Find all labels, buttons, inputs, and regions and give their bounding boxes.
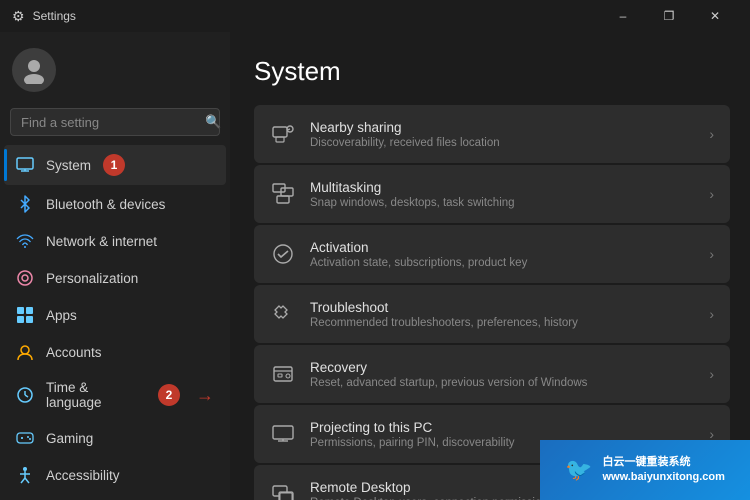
setting-nearby-sharing[interactable]: Nearby sharing Discoverability, received… (254, 105, 730, 163)
nearby-sharing-desc: Discoverability, received files location (310, 137, 695, 149)
chevron-icon: › (709, 186, 714, 202)
search-icon: 🔍 (205, 114, 221, 130)
watermark-text: 白云一键重装系统 www.baiyunxitong.com (602, 455, 724, 486)
time-label: Time & language (46, 380, 144, 410)
chevron-icon: › (709, 366, 714, 382)
titlebar-title: Settings (33, 9, 76, 23)
step-badge-2: 2 (158, 384, 180, 406)
watermark: 🐦 白云一键重装系统 www.baiyunxitong.com (540, 440, 750, 500)
troubleshoot-icon (270, 301, 296, 327)
nav-list: System 1 Bluetooth & devices (0, 144, 230, 500)
chevron-icon: › (709, 246, 714, 262)
user-profile (0, 32, 230, 104)
recovery-icon (270, 361, 296, 387)
apps-label: Apps (46, 308, 77, 323)
activation-desc: Activation state, subscriptions, product… (310, 257, 695, 269)
setting-multitasking[interactable]: Multitasking Snap windows, desktops, tas… (254, 165, 730, 223)
recovery-text: Recovery Reset, advanced startup, previo… (310, 360, 695, 389)
titlebar-controls: – ❐ ✕ (600, 0, 738, 32)
multitasking-icon (270, 181, 296, 207)
bluetooth-icon (16, 195, 34, 213)
chevron-icon: › (709, 306, 714, 322)
troubleshoot-desc: Recommended troubleshooters, preferences… (310, 317, 695, 329)
troubleshoot-text: Troubleshoot Recommended troubleshooters… (310, 300, 695, 329)
time-icon (16, 386, 34, 404)
sidebar-item-bluetooth[interactable]: Bluetooth & devices (4, 186, 226, 222)
close-button[interactable]: ✕ (692, 0, 738, 32)
setting-activation[interactable]: Activation Activation state, subscriptio… (254, 225, 730, 283)
nearby-sharing-icon (270, 121, 296, 147)
accounts-icon (16, 343, 34, 361)
system-icon (16, 156, 34, 174)
accessibility-label: Accessibility (46, 468, 120, 483)
main-content: System Nearby sharing Discover (230, 32, 750, 500)
activation-title: Activation (310, 240, 695, 255)
maximize-button[interactable]: ❐ (646, 0, 692, 32)
chevron-icon: › (709, 126, 714, 142)
gaming-icon (16, 429, 34, 447)
nearby-sharing-title: Nearby sharing (310, 120, 695, 135)
accessibility-icon (16, 466, 34, 484)
setting-troubleshoot[interactable]: Troubleshoot Recommended troubleshooters… (254, 285, 730, 343)
projecting-icon (270, 421, 296, 447)
page-title: System (254, 56, 730, 87)
accounts-label: Accounts (46, 345, 102, 360)
sidebar-item-accessibility[interactable]: Accessibility (4, 457, 226, 493)
watermark-line2: www.baiyunxitong.com (602, 470, 724, 485)
projecting-title: Projecting to this PC (310, 420, 695, 435)
search-input[interactable] (21, 115, 197, 130)
system-label: System (46, 158, 91, 173)
search-box[interactable]: 🔍 (10, 108, 220, 136)
watermark-bird-icon: 🐦 (565, 457, 592, 483)
titlebar-left: ⚙ Settings (12, 8, 76, 25)
gaming-label: Gaming (46, 431, 93, 446)
app-body: 🔍 System 1 (0, 32, 750, 500)
arrow-icon: → (196, 385, 214, 406)
multitasking-title: Multitasking (310, 180, 695, 195)
titlebar: ⚙ Settings – ❐ ✕ (0, 0, 750, 32)
sidebar-item-privacy[interactable]: Privacy & security (4, 494, 226, 500)
personalization-label: Personalization (46, 271, 138, 286)
minimize-button[interactable]: – (600, 0, 646, 32)
network-icon (16, 232, 34, 250)
bluetooth-label: Bluetooth & devices (46, 197, 165, 212)
sidebar-item-gaming[interactable]: Gaming (4, 420, 226, 456)
sidebar-item-system[interactable]: System 1 (4, 145, 226, 185)
sidebar: 🔍 System 1 (0, 32, 230, 500)
sidebar-item-time[interactable]: Time & language 2 → (4, 371, 226, 419)
apps-icon (16, 306, 34, 324)
multitasking-text: Multitasking Snap windows, desktops, tas… (310, 180, 695, 209)
settings-icon: ⚙ (12, 8, 25, 25)
recovery-title: Recovery (310, 360, 695, 375)
avatar (12, 48, 56, 92)
step-badge-1: 1 (103, 154, 125, 176)
sidebar-item-personalization[interactable]: Personalization (4, 260, 226, 296)
recovery-desc: Reset, advanced startup, previous versio… (310, 377, 695, 389)
activation-icon (270, 241, 296, 267)
nearby-sharing-text: Nearby sharing Discoverability, received… (310, 120, 695, 149)
activation-text: Activation Activation state, subscriptio… (310, 240, 695, 269)
remote-desktop-icon (270, 481, 296, 500)
sidebar-item-apps[interactable]: Apps (4, 297, 226, 333)
watermark-line1: 白云一键重装系统 (602, 455, 724, 470)
troubleshoot-title: Troubleshoot (310, 300, 695, 315)
personalization-icon (16, 269, 34, 287)
network-label: Network & internet (46, 234, 157, 249)
setting-recovery[interactable]: Recovery Reset, advanced startup, previo… (254, 345, 730, 403)
multitasking-desc: Snap windows, desktops, task switching (310, 197, 695, 209)
sidebar-item-network[interactable]: Network & internet (4, 223, 226, 259)
sidebar-item-accounts[interactable]: Accounts (4, 334, 226, 370)
